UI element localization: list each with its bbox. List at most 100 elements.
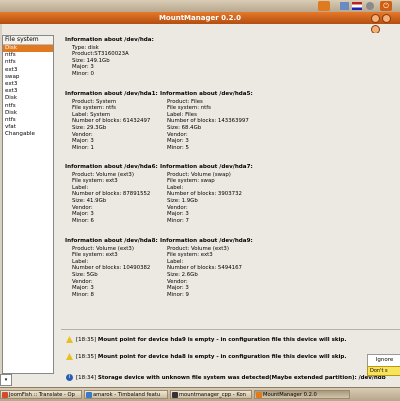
device-info-field: Number of blocks: 5494167 <box>167 265 242 272</box>
log-text: Mount point for device hda9 is empty - i… <box>97 337 347 343</box>
device-info-field: Number of blocks: 10490382 <box>72 265 151 272</box>
device-info-field: Number of blocks: 87891552 <box>72 191 151 198</box>
tray-app-icon[interactable] <box>318 1 330 11</box>
filesystem-list-item[interactable]: vfat <box>3 124 53 131</box>
app-icon <box>86 392 92 398</box>
filesystem-list-item[interactable]: ext3 <box>3 88 53 95</box>
device-info-field: Product: Volume (ext3) <box>72 171 134 178</box>
keyboard-layout-flag-icon[interactable] <box>352 2 362 10</box>
device-info-title: Information about /dev/hda5: <box>160 91 253 97</box>
log-timestamp: [18:35] <box>76 354 98 360</box>
device-info-field: Label: System <box>72 111 111 118</box>
device-info-field: File system: ntfs <box>72 105 116 112</box>
device-info-block: Information about /dev/hda7: Product: Vol… <box>160 164 253 224</box>
device-info-field: File system: ext3 <box>72 178 118 185</box>
power-icon[interactable]: ⏻ <box>380 1 392 11</box>
log-message[interactable]: [18:35] Mount point for device hda9 is e… <box>66 335 346 345</box>
filesystem-list-item[interactable]: ntfs <box>3 103 53 110</box>
combo-dropdown[interactable]: ▾ <box>0 374 12 386</box>
device-info-block: Information about /dev/hda8: Product: Vol… <box>65 238 158 298</box>
device-info-field: Major: 3 <box>72 285 94 292</box>
taskbar-button[interactable]: JoomFish :: Translate - Op <box>0 390 82 399</box>
taskbar-button[interactable]: amarok - Timbaland featu <box>84 390 168 399</box>
device-info-block: Information about /dev/hda: Type: disk Pro… <box>65 37 154 78</box>
device-info-field: Product: Volume (ext3) <box>167 245 229 252</box>
device-info-field: Major: 3 <box>72 64 94 71</box>
device-info-field: Label: <box>167 258 184 265</box>
filesystem-list-item[interactable]: ntfs <box>3 52 53 59</box>
device-info-field: Size: 2.6Gb <box>167 271 198 278</box>
minimize-icon[interactable] <box>371 14 380 23</box>
device-info-panel: Information about /dev/hda: Type: disk Pro… <box>61 33 400 327</box>
taskbar-button[interactable]: mountmanager_cpp - Kon <box>170 390 252 399</box>
device-info-field: Minor: 1 <box>72 144 94 151</box>
filesystem-list-item[interactable]: swap <box>3 74 53 81</box>
info-icon: i <box>66 374 73 381</box>
filesystem-list-item[interactable]: ext3 <box>3 67 53 74</box>
device-info-field: Size: 68.4Gb <box>167 124 202 131</box>
filesystem-list-header[interactable]: File system <box>3 36 53 45</box>
panel-divider[interactable] <box>61 329 400 330</box>
log-message[interactable]: i [18:34] Storage device with unknown fil… <box>66 373 386 383</box>
device-info-field: Number of blocks: 61432497 <box>72 118 151 125</box>
device-info-field: Minor: 7 <box>167 217 189 224</box>
device-info-field: Label: <box>167 184 184 191</box>
device-info-field: Vendor: <box>72 131 93 138</box>
window-controls <box>369 14 397 34</box>
device-info-block: Information about /dev/hda5: Product: Fil… <box>160 91 253 151</box>
device-info-field: Product: Volume (ext3) <box>72 245 134 252</box>
device-info-field: Product: System <box>72 98 117 105</box>
filesystem-list-item[interactable]: ext3 <box>3 81 53 88</box>
log-timestamp: [18:35] <box>76 337 98 343</box>
log-text: Mount point for device hda8 is empty - i… <box>97 354 347 360</box>
device-info-field: Label: <box>72 184 89 191</box>
mail-icon[interactable] <box>340 2 349 10</box>
device-info-field: Major: 3 <box>72 138 94 145</box>
device-info-field: Vendor: <box>167 278 188 285</box>
filesystem-list-item[interactable]: Disk <box>3 95 53 102</box>
taskbar-button-label: JoomFish :: Translate - Op <box>9 392 75 398</box>
log-timestamp: [18:34] <box>76 375 98 381</box>
warning-icon <box>66 353 73 360</box>
filesystem-list-item[interactable]: ntfs <box>3 59 53 66</box>
taskbar-button-label: amarok - Timbaland featu <box>93 392 161 398</box>
settings-icon[interactable] <box>366 2 374 10</box>
device-info-title: Information about /dev/hda8: <box>65 238 158 244</box>
taskbar-button[interactable]: MountManager 0.2.0 <box>254 390 350 399</box>
device-info-title: Information about /dev/hda9: <box>160 238 253 244</box>
log-message[interactable]: [18:35] Mount point for device hda8 is e… <box>66 352 346 362</box>
device-info-field: Major: 3 <box>72 211 94 218</box>
filesystem-list-item[interactable]: Changable <box>3 131 53 138</box>
device-info-field: Vendor: <box>167 131 188 138</box>
device-info-block: Information about /dev/hda9: Product: Vol… <box>160 238 253 298</box>
device-info-field: Major: 3 <box>167 138 189 145</box>
device-info-field: Size: 149.1Gb <box>72 57 110 64</box>
window-title: MountManager 0.2.0 <box>158 14 242 22</box>
dont-show-checkbox[interactable]: Don't s <box>367 366 400 376</box>
device-info-field: Size: 5Gb <box>72 271 98 278</box>
device-info-field: Size: 1.9Gb <box>167 197 198 204</box>
device-info-field: Minor: 0 <box>72 70 94 77</box>
device-info-title: Information about /dev/hda7: <box>160 164 253 170</box>
device-info-title: Information about /dev/hda6: <box>65 164 158 170</box>
device-info-field: File system: swap <box>167 178 215 185</box>
device-info-title: Information about /dev/hda1: <box>65 91 158 97</box>
device-info-field: Major: 3 <box>167 285 189 292</box>
filesystem-list-item[interactable]: Disk <box>3 110 53 117</box>
app-icon <box>172 392 178 398</box>
window-titlebar[interactable]: MountManager 0.2.0 <box>0 12 400 24</box>
maximize-icon[interactable] <box>382 14 391 23</box>
taskbar: JoomFish :: Translate - Op amarok - Timba… <box>0 387 400 401</box>
device-info-field: File system: ext3 <box>167 252 213 259</box>
filesystem-list-item[interactable]: ntfs <box>3 117 53 124</box>
device-info-field: Size: 29.3Gb <box>72 124 107 131</box>
device-info-field: Size: 41.9Gb <box>72 197 107 204</box>
device-info-field: Vendor: <box>167 204 188 211</box>
device-info-field: File system: ext3 <box>72 252 118 259</box>
device-info-field: Label: Files <box>167 111 197 118</box>
filesystem-list[interactable]: File system Disk ntfs ntfs ext3 swap ext3 ext3… <box>2 35 54 374</box>
app-icon <box>256 392 262 398</box>
log-text: Storage device with unknown file system … <box>97 375 386 381</box>
filesystem-list-item[interactable]: Disk <box>3 45 53 53</box>
device-info-field: Major: 3 <box>167 211 189 218</box>
